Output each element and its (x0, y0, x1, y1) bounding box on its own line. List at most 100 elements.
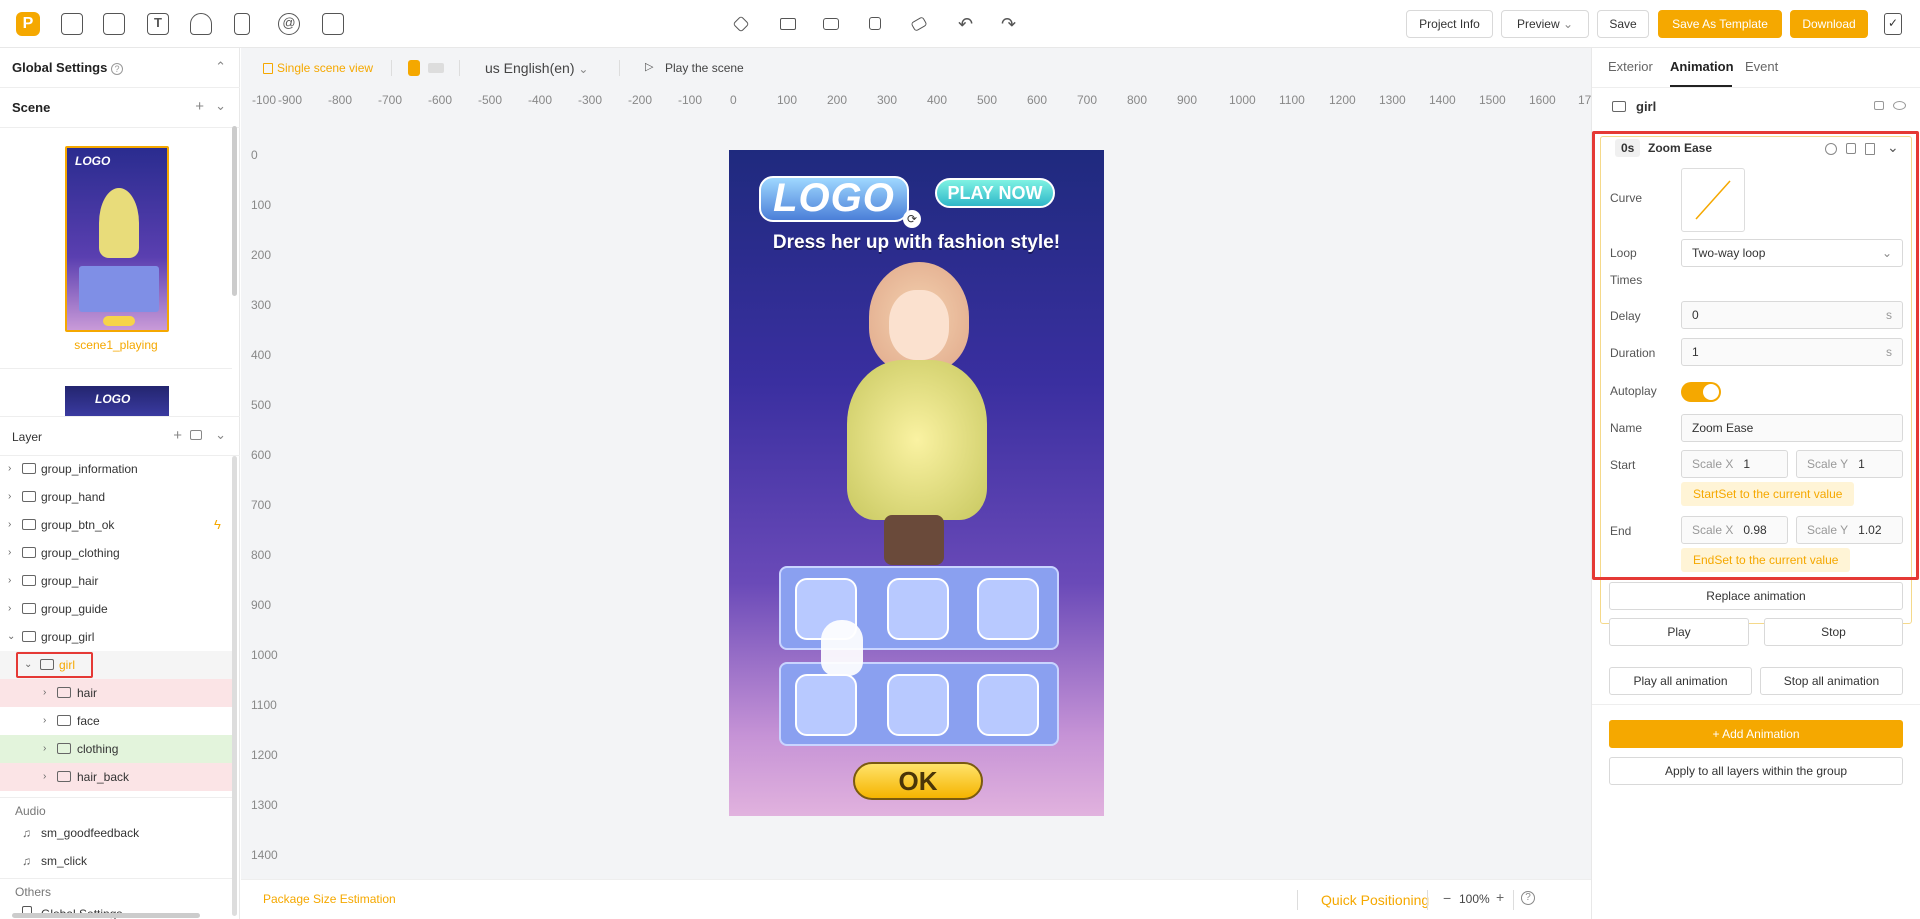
zoom-out-icon[interactable]: − (1443, 890, 1451, 906)
zoom-in-icon[interactable]: + (1496, 889, 1504, 905)
layer-row[interactable]: › hair_back (0, 763, 235, 791)
end-set-current-button[interactable]: EndSet to the current value (1681, 548, 1851, 572)
tab-exterior[interactable]: Exterior (1608, 59, 1653, 74)
scene-name[interactable]: scene1_playing (0, 338, 232, 352)
redo-icon[interactable]: ↷ (1001, 14, 1016, 35)
clothing-option-3[interactable] (977, 578, 1039, 640)
chevron-right-icon[interactable]: › (8, 595, 11, 623)
checklist-icon[interactable]: ✓ (1884, 13, 1902, 35)
file-icon[interactable] (234, 13, 250, 35)
download-button[interactable]: Download (1790, 10, 1868, 38)
add-animation-button[interactable]: + Add Animation (1609, 720, 1903, 748)
single-scene-toggle[interactable]: Single scene view (277, 61, 373, 75)
layer-row[interactable]: › clothing (0, 735, 235, 763)
chevron-up-icon[interactable]: ⌃ (215, 59, 226, 75)
play-scene-button[interactable]: Play the scene (665, 61, 744, 75)
audio-row[interactable]: ♫ sm_goodfeedback (0, 819, 235, 847)
rotate-handle-icon[interactable]: ⟳ (903, 210, 921, 228)
project-info-button[interactable]: Project Info (1406, 10, 1493, 38)
name-input[interactable]: Zoom Ease (1681, 414, 1903, 442)
folder-icon[interactable] (780, 18, 796, 30)
settings-icon[interactable] (1825, 143, 1837, 155)
ok-button[interactable]: OK (853, 762, 983, 800)
chevron-right-icon[interactable]: › (43, 707, 46, 735)
copy-icon[interactable] (1846, 143, 1856, 154)
trash-icon[interactable] (1865, 143, 1875, 155)
layer-row[interactable]: › group_clothing (0, 539, 235, 567)
eye-icon[interactable] (1893, 101, 1906, 110)
save-as-template-button[interactable]: Save As Template (1658, 10, 1782, 38)
play-all-animation-button[interactable]: Play all animation (1609, 667, 1752, 695)
chevron-right-icon[interactable]: › (8, 511, 11, 539)
quick-positioning-button[interactable]: Quick Positioning (1321, 892, 1429, 908)
text-icon[interactable]: T (147, 13, 169, 35)
chevron-down-icon[interactable]: ⌄ (24, 651, 32, 679)
artboard[interactable]: LOGO PLAY NOW ⟳ Dress her up with fashio… (729, 150, 1104, 816)
color-swatch-gray[interactable] (428, 63, 444, 73)
layer-row[interactable]: › group_hair (0, 567, 235, 595)
end-scale-y-input[interactable]: Scale Y 1.02 (1796, 516, 1903, 544)
global-settings-header[interactable]: Global Settings ? ⌃ (0, 48, 240, 88)
app-logo[interactable]: P (16, 12, 40, 36)
girl-clothing[interactable] (847, 360, 987, 520)
help-icon[interactable]: ? (1521, 891, 1535, 905)
clothing-option-2[interactable] (887, 578, 949, 640)
duration-input[interactable]: 1s (1681, 338, 1903, 366)
language-select[interactable]: us English(en) ⌄ (485, 60, 588, 76)
replace-animation-button[interactable]: Replace animation (1609, 582, 1903, 610)
autoplay-toggle[interactable] (1681, 382, 1721, 402)
color-swatch-orange[interactable] (408, 60, 420, 76)
zoom-level[interactable]: 100% (1459, 892, 1490, 906)
chevron-down-icon[interactable]: ⌄ (215, 98, 226, 114)
hair-option-2[interactable] (887, 674, 949, 736)
chevron-right-icon[interactable]: › (8, 539, 11, 567)
end-scale-x-input[interactable]: Scale X 0.98 (1681, 516, 1788, 544)
audio-row[interactable]: ♫ sm_click (0, 847, 235, 875)
chevron-right-icon[interactable]: › (43, 679, 46, 707)
tab-event[interactable]: Event (1745, 59, 1778, 74)
lock-icon[interactable] (1874, 101, 1884, 110)
apply-to-group-button[interactable]: Apply to all layers within the group (1609, 757, 1903, 785)
hand-icon[interactable] (190, 13, 212, 35)
pointer-hand-icon[interactable] (821, 620, 863, 676)
horizontal-scrollbar[interactable] (12, 913, 200, 918)
lightning-icon[interactable]: ϟ (214, 511, 221, 539)
save-button[interactable]: Save (1597, 10, 1649, 38)
add-scene-icon[interactable]: + (195, 98, 204, 115)
add-layer-icon[interactable]: + (173, 427, 182, 444)
puzzle-icon[interactable] (322, 13, 344, 35)
help-icon[interactable]: ? (110, 63, 123, 75)
layer-row[interactable]: › hair (0, 679, 235, 707)
copy-icon[interactable] (869, 17, 881, 30)
stop-button[interactable]: Stop (1764, 618, 1903, 646)
chevron-right-icon[interactable]: › (8, 455, 11, 483)
folder-add-icon[interactable] (190, 430, 202, 440)
delay-input[interactable]: 0s (1681, 301, 1903, 329)
hair-option-3[interactable] (977, 674, 1039, 736)
layer-row-selected[interactable]: ⌄ girl (0, 651, 235, 679)
chevron-down-icon[interactable]: ⌄ (7, 623, 15, 651)
hair-option-1[interactable] (795, 674, 857, 736)
chevron-right-icon[interactable]: › (8, 483, 11, 511)
eraser-icon[interactable] (910, 16, 928, 32)
layer-row[interactable]: › group_hand (0, 483, 235, 511)
layer-row[interactable]: ⌄ group_girl (0, 623, 235, 651)
play-icon[interactable]: ▷ (645, 60, 653, 73)
hair-option-panel[interactable] (779, 662, 1059, 746)
scene-thumbnail[interactable]: LOGO (65, 146, 169, 332)
curve-editor[interactable] (1681, 168, 1745, 232)
at-icon[interactable]: @ (278, 13, 300, 35)
start-set-current-button[interactable]: StartSet to the current value (1681, 482, 1855, 506)
package-size-link[interactable]: Package Size Estimation (263, 892, 396, 906)
layer-row[interactable]: › group_btn_ok ϟ (0, 511, 235, 539)
chevron-right-icon[interactable]: › (43, 735, 46, 763)
girl-face[interactable] (889, 290, 949, 360)
play-now-button[interactable]: PLAY NOW (935, 178, 1055, 208)
chevron-down-icon[interactable]: ⌄ (215, 427, 226, 443)
logo-badge[interactable]: LOGO (759, 176, 909, 222)
chevron-down-icon[interactable]: ⌄ (1887, 139, 1899, 156)
scene-thumbnail-2[interactable]: LOGO (65, 386, 169, 416)
start-scale-y-input[interactable]: Scale Y 1 (1796, 450, 1903, 478)
loop-select[interactable]: Two-way loop ⌄ (1681, 239, 1903, 267)
layers-icon[interactable] (732, 15, 750, 33)
